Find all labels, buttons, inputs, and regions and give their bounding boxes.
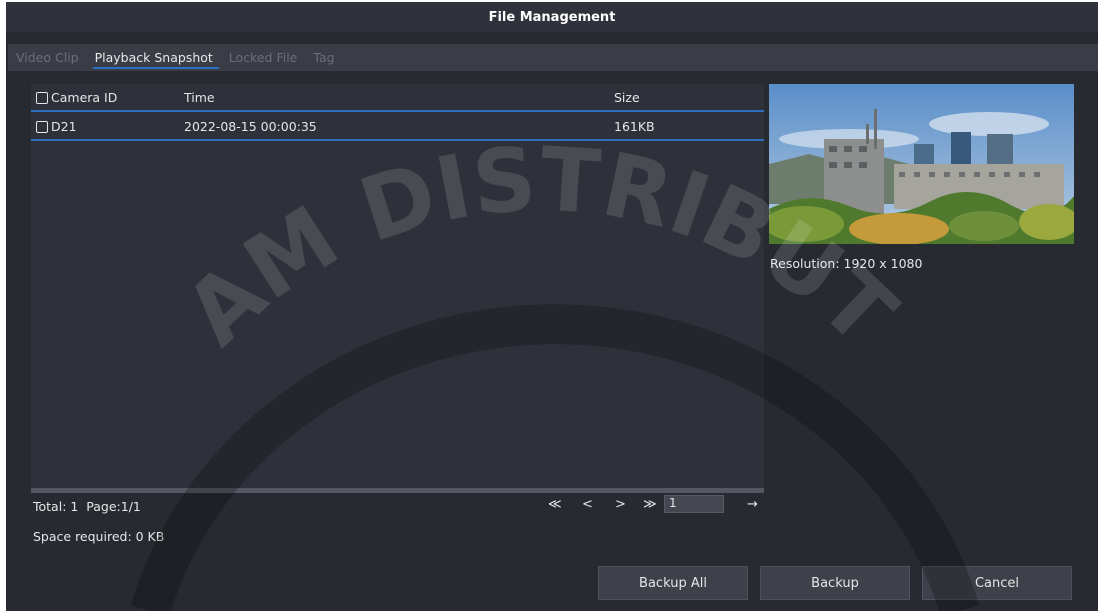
cancel-button[interactable]: Cancel bbox=[922, 566, 1072, 600]
scrollbar-thumb[interactable] bbox=[31, 488, 764, 493]
first-page-icon[interactable]: ≪ bbox=[548, 497, 562, 512]
row-time: 2022-08-15 00:00:35 bbox=[184, 119, 317, 134]
horizontal-scrollbar[interactable] bbox=[31, 488, 764, 493]
select-all-cell: Camera ID bbox=[36, 90, 117, 105]
total-count: Total: 1 Page:1/1 bbox=[33, 499, 141, 514]
backup-button[interactable]: Backup bbox=[760, 566, 910, 600]
header-size: Size bbox=[614, 90, 640, 105]
total-label: Total: 1 bbox=[33, 499, 79, 514]
prev-page-icon[interactable]: < bbox=[582, 497, 593, 512]
list-header: Camera ID Time Size bbox=[31, 84, 764, 112]
tab-playback-snapshot[interactable]: Playback Snapshot bbox=[92, 44, 219, 71]
file-list-panel: Camera ID Time Size D21 2022-08-15 00:00… bbox=[31, 84, 764, 492]
space-required: Space required: 0 KB bbox=[33, 529, 165, 544]
last-page-icon[interactable]: ≫ bbox=[643, 497, 657, 512]
go-icon[interactable]: → bbox=[747, 497, 758, 512]
tab-bar: Video Clip Playback Snapshot Locked File… bbox=[8, 44, 1098, 71]
tab-tag[interactable]: Tag bbox=[313, 44, 334, 71]
tab-locked-file[interactable]: Locked File bbox=[229, 44, 298, 71]
page-number-input[interactable]: 1 bbox=[664, 495, 724, 513]
next-page-icon[interactable]: > bbox=[615, 497, 626, 512]
header-time: Time bbox=[184, 90, 215, 105]
snapshot-preview-image bbox=[769, 84, 1074, 244]
window-title: File Management bbox=[6, 2, 1098, 32]
row-camera-id: D21 bbox=[51, 119, 77, 134]
tab-video-clip[interactable]: Video Clip bbox=[16, 44, 79, 71]
row-checkbox[interactable] bbox=[36, 121, 48, 133]
row-camera-cell: D21 bbox=[36, 119, 77, 134]
resolution-text: Resolution: 1920 x 1080 bbox=[770, 256, 923, 271]
select-all-checkbox[interactable] bbox=[36, 92, 48, 104]
row-size: 161KB bbox=[614, 119, 655, 134]
page-label: Page:1/1 bbox=[86, 499, 141, 514]
backup-all-button[interactable]: Backup All bbox=[598, 566, 748, 600]
header-camera-id: Camera ID bbox=[51, 90, 118, 105]
table-row[interactable]: D21 2022-08-15 00:00:35 161KB bbox=[31, 113, 764, 141]
